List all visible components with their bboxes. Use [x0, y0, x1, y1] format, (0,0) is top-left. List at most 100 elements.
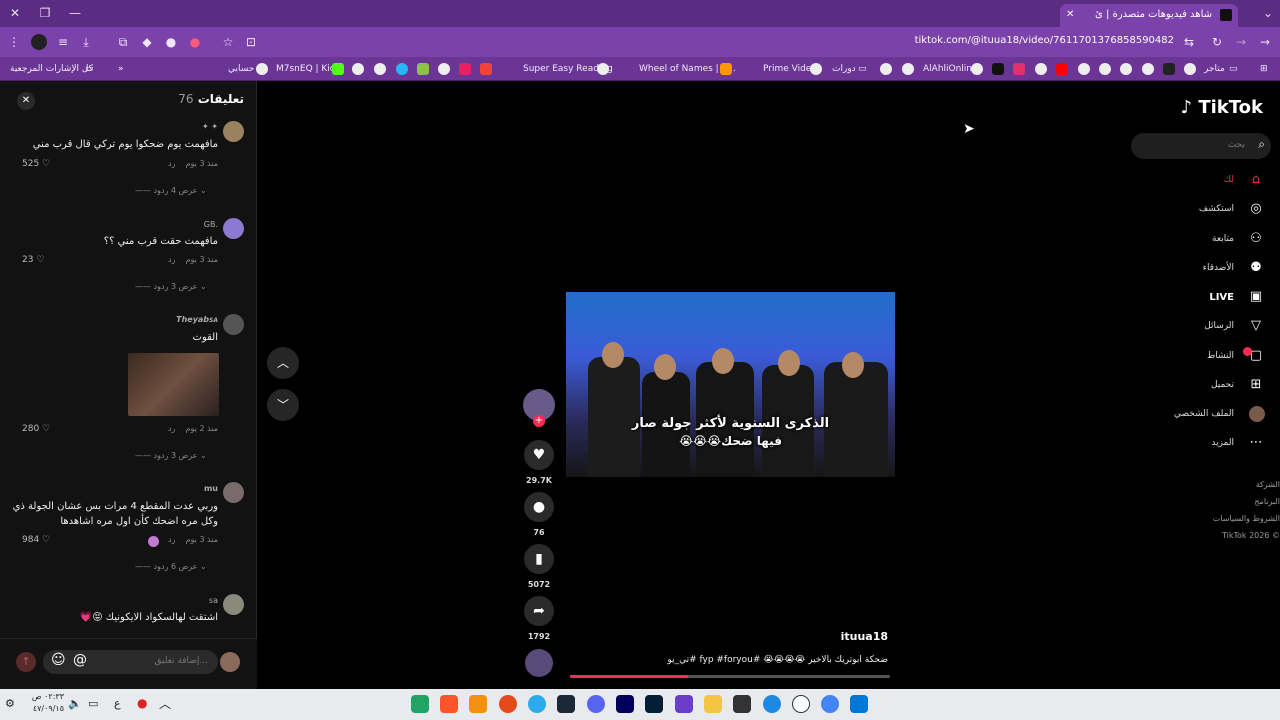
tray-chevron-icon[interactable]: ︿: [159, 695, 171, 712]
comment-button[interactable]: ●: [524, 492, 554, 522]
nav-upload[interactable]: تحميل: [1211, 380, 1234, 390]
tiktok-logo[interactable]: ♪ TikTok: [1181, 97, 1263, 118]
photoshop-icon[interactable]: [645, 695, 663, 713]
view-replies[interactable]: ⌄ عرض 3 ردود ——: [135, 451, 207, 460]
nav-activity[interactable]: النشاط: [1207, 351, 1234, 361]
bookmark-kick[interactable]: M7snEQ | Kick: [276, 62, 340, 76]
view-replies[interactable]: ⌄ عرض 4 ردود ——: [135, 186, 207, 195]
extension-diamond-icon[interactable]: ◆: [139, 34, 155, 50]
footer-company[interactable]: الشركة: [1256, 480, 1280, 489]
comment-username[interactable]: GB.: [204, 220, 218, 229]
video-progress-bar[interactable]: [570, 675, 890, 678]
video-author[interactable]: ituua18: [841, 630, 888, 643]
footer-program[interactable]: البرنامج: [1254, 497, 1280, 506]
mention-icon[interactable]: @: [73, 652, 87, 668]
footer-terms[interactable]: الشروط والسياسات: [1213, 514, 1280, 523]
store-icon[interactable]: [733, 695, 751, 713]
reply-button[interactable]: رد: [168, 255, 175, 264]
extension-icon[interactable]: [31, 34, 47, 50]
avatar[interactable]: [223, 482, 244, 503]
notification-icon[interactable]: ⚙: [5, 697, 15, 710]
comment-likes[interactable]: 23 ♡: [22, 255, 44, 265]
nav-more[interactable]: المزيد: [1211, 438, 1234, 448]
telegram-icon[interactable]: [528, 695, 546, 713]
close-comments-icon[interactable]: ✕: [17, 92, 35, 110]
avatar[interactable]: [223, 218, 244, 239]
minimize-window-icon[interactable]: —: [65, 4, 85, 22]
menu-icon[interactable]: ⋮: [6, 34, 22, 50]
volume-icon[interactable]: 🔈: [68, 697, 82, 710]
apps-icon[interactable]: ⊞: [1260, 62, 1268, 76]
view-replies[interactable]: ⌄ عرض 3 ردود ——: [135, 282, 207, 291]
comment-image[interactable]: [128, 353, 219, 416]
comment-username[interactable]: TheyabSA: [176, 315, 218, 324]
reload-icon[interactable]: ↻: [1209, 34, 1225, 50]
extension-icon-3[interactable]: ●: [187, 34, 203, 50]
excel-icon[interactable]: [411, 695, 429, 713]
avatar[interactable]: [223, 314, 244, 335]
comment-username[interactable]: mu: [204, 484, 218, 493]
comment-username[interactable]: sa: [209, 596, 218, 605]
upload-icon[interactable]: ⊞: [1247, 376, 1265, 394]
screenshot-icon[interactable]: ⊡: [243, 34, 259, 50]
chevron-icon[interactable]: »: [118, 62, 124, 76]
music-disc-icon[interactable]: [525, 649, 553, 677]
clock-time[interactable]: ٠٢:٣٣ ص: [14, 692, 64, 701]
friends-icon[interactable]: ⚉: [1247, 259, 1265, 277]
comment-likes[interactable]: 984 ♡: [22, 535, 50, 545]
windows-start-icon[interactable]: [850, 695, 868, 713]
comment-input[interactable]: إضافة تعليق... ☺ @: [43, 650, 218, 674]
avatar[interactable]: [223, 594, 244, 615]
messages-icon[interactable]: ▽: [1247, 317, 1265, 335]
comment-likes[interactable]: 525 ♡: [22, 159, 50, 169]
follow-button[interactable]: +: [533, 415, 545, 427]
download-icon[interactable]: ⤓: [78, 34, 94, 50]
edge-icon[interactable]: [763, 695, 781, 713]
app-icon-red[interactable]: [499, 695, 517, 713]
nav-live[interactable]: LIVE: [1209, 292, 1234, 303]
app-icon-white[interactable]: [792, 695, 810, 713]
bookmark-prime[interactable]: Prime Video: [763, 62, 817, 76]
extensions-icon[interactable]: ⧉: [115, 34, 131, 50]
more-icon[interactable]: ⋯: [1247, 434, 1265, 452]
restore-window-icon[interactable]: ❐: [35, 4, 55, 22]
browser-tab-active[interactable]: شاهد فيديوهات متصدرة | ئ ✕: [1060, 4, 1238, 27]
live-icon[interactable]: ▣: [1247, 288, 1265, 306]
video-player[interactable]: الذكرى السنوية لأكثر جولة صار فيها ضحك😭😭…: [566, 292, 895, 477]
following-icon[interactable]: ⚇: [1247, 230, 1265, 248]
network-icon[interactable]: ▭: [88, 697, 98, 710]
discord-icon[interactable]: [587, 695, 605, 713]
site-settings-icon[interactable]: ⇆: [1181, 34, 1197, 50]
chrome-icon[interactable]: [821, 695, 839, 713]
file-explorer-icon[interactable]: [704, 695, 722, 713]
brave-icon[interactable]: [440, 695, 458, 713]
explore-icon[interactable]: ◎: [1247, 200, 1265, 218]
reply-button[interactable]: رد: [168, 424, 175, 433]
premiere-icon[interactable]: [616, 695, 634, 713]
extension-icon-2[interactable]: ●: [163, 34, 179, 50]
media-icon[interactable]: ≡: [55, 34, 71, 50]
search-icon[interactable]: ⌕: [1258, 137, 1265, 152]
share-button[interactable]: ➦: [524, 596, 554, 626]
bookmark-stores[interactable]: متاجر: [1204, 62, 1225, 76]
microphone-icon[interactable]: ●: [137, 696, 147, 710]
comment-likes[interactable]: 280 ♡: [22, 424, 50, 434]
steam-icon[interactable]: [557, 695, 575, 713]
avatar[interactable]: [223, 121, 244, 142]
reply-button[interactable]: رد: [168, 535, 175, 544]
nav-friends[interactable]: الأصدقاء: [1203, 263, 1234, 273]
search-input[interactable]: بحث ⌕: [1131, 133, 1271, 159]
forward-icon[interactable]: →: [1233, 34, 1249, 50]
next-video-button[interactable]: ﹀: [267, 389, 299, 421]
emoji-icon[interactable]: ☺: [51, 652, 66, 668]
nav-profile[interactable]: الملف الشخصي: [1174, 409, 1234, 419]
tab-search-icon[interactable]: ⌄: [1258, 4, 1278, 22]
save-button[interactable]: ▮: [524, 544, 554, 574]
previous-video-button[interactable]: ︿: [267, 347, 299, 379]
like-button[interactable]: ♥: [524, 440, 554, 470]
close-window-icon[interactable]: ✕: [5, 4, 25, 22]
reply-button[interactable]: رد: [168, 159, 175, 168]
bookmark-alahli[interactable]: AlAhliOnline: [923, 62, 978, 76]
profile-avatar-icon[interactable]: [1249, 406, 1265, 422]
nav-explore[interactable]: استكشف: [1199, 204, 1234, 214]
